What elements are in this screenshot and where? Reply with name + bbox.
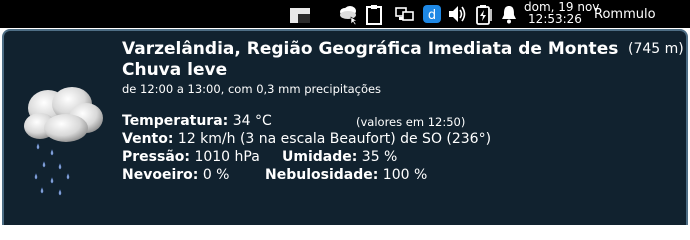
- svg-text:d: d: [428, 8, 436, 23]
- cloudiness-row: Nebulosidade: 100 %: [265, 167, 427, 183]
- app-d-icon[interactable]: d: [421, 3, 443, 25]
- humidity-value: 35 %: [361, 149, 398, 165]
- pressure-label: Pressão:: [122, 149, 190, 165]
- temperature-row: Temperatura: 34 °C: [122, 113, 272, 129]
- pressure-row: Pressão: 1010 hPa: [122, 149, 260, 165]
- network-icon[interactable]: [394, 3, 416, 25]
- fog-label: Nevoeiro:: [122, 167, 199, 183]
- fog-row: Nevoeiro: 0 %: [122, 167, 230, 183]
- fog-value: 0 %: [202, 167, 230, 183]
- weather-cloud-icon[interactable]: [337, 3, 359, 25]
- volume-icon[interactable]: [446, 3, 468, 25]
- battery-icon[interactable]: [473, 3, 495, 25]
- elevation: (745 m): [628, 41, 684, 57]
- cloudiness-value: 100 %: [382, 167, 428, 183]
- cloudiness-label: Nebulosidade:: [265, 167, 379, 183]
- clipboard-icon[interactable]: [363, 3, 385, 25]
- taskbar: d dom, 19 nov 12:53:26 Rommulo: [0, 0, 690, 28]
- weather-condition: Chuva leve: [122, 60, 228, 80]
- location-title: Varzelândia, Região Geográfica Imediata …: [122, 39, 619, 59]
- weather-popup: Varzelândia, Região Geográfica Imediata …: [2, 29, 688, 225]
- wind-label: Vento:: [122, 131, 174, 147]
- humidity-label: Umidade:: [282, 149, 358, 165]
- humidity-row: Umidade: 35 %: [282, 149, 397, 165]
- values-time-note: (valores em 12:50): [356, 115, 466, 129]
- pressure-value: 1010 hPa: [194, 149, 260, 165]
- temperature-label: Temperatura:: [122, 113, 229, 129]
- temperature-value: 34 °C: [232, 113, 272, 129]
- precipitation-info: de 12:00 a 13:00, com 0,3 mm precipitaçõ…: [122, 82, 382, 96]
- wind-value: 12 km/h (3 na escala Beaufort) de SO (23…: [177, 131, 492, 147]
- clock-time: 12:53:26: [528, 12, 582, 26]
- clock[interactable]: dom, 19 nov 12:53:26: [524, 1, 599, 26]
- window-icon[interactable]: [289, 3, 311, 25]
- rain-cloud-icon: [22, 86, 106, 206]
- wind-row: Vento: 12 km/h (3 na escala Beaufort) de…: [122, 131, 491, 147]
- bell-icon[interactable]: [498, 3, 520, 25]
- user-name[interactable]: Rommulo: [594, 7, 656, 22]
